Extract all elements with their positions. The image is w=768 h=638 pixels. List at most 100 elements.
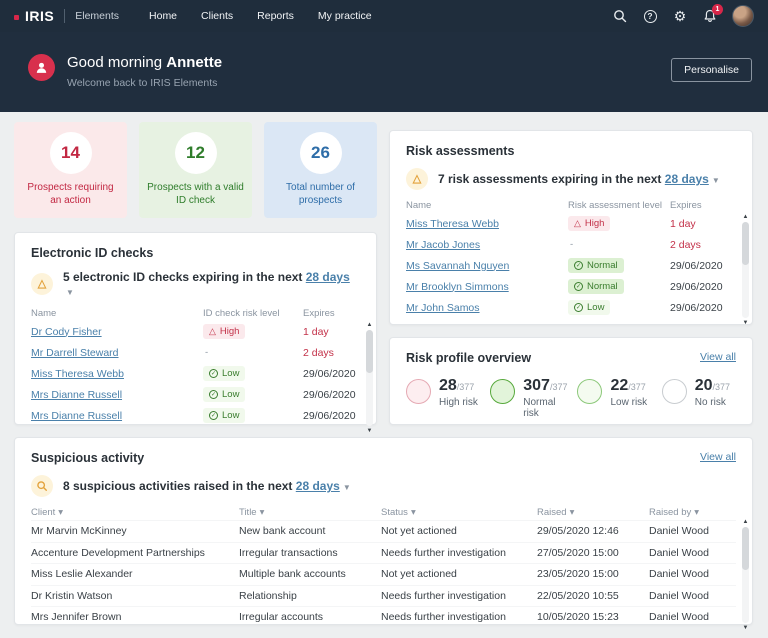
risk-level-badge: Low (203, 408, 245, 423)
expires-value: 29/06/2020 (670, 302, 736, 314)
nav-menu-item[interactable]: Reports (257, 10, 294, 22)
settings-gear-icon[interactable]: ⚙ (672, 8, 688, 24)
suspicious-activity-panel: Suspicious activity View all 8 suspiciou… (14, 437, 753, 625)
panel-title: Electronic ID checks (31, 246, 153, 260)
risk-total: /377 (713, 382, 731, 392)
risk-profile-stat: 20/377 No risk (662, 377, 736, 419)
expires-value: 29/06/2020 (303, 410, 360, 422)
chevron-down-icon[interactable]: ▼ (66, 288, 74, 297)
status-cell: Needs further investigation (381, 547, 537, 559)
brand-logo[interactable]: IRIS Elements (14, 8, 119, 24)
help-icon[interactable]: ? (642, 8, 658, 24)
expires-value: 1 day (670, 218, 736, 230)
column-header-sortable[interactable]: Status▾ (381, 507, 537, 518)
table-row[interactable]: Mrs Jennifer Brown Irregular accounts Ne… (31, 606, 736, 628)
raised-cell: 23/05/2020 15:00 (537, 568, 649, 580)
notifications-bell-icon[interactable]: 1 (702, 8, 718, 24)
client-cell: Dr Kristin Watson (31, 590, 239, 602)
column-header-sortable[interactable]: Client▾ (31, 507, 239, 518)
scroll-up-icon[interactable]: ▲ (743, 519, 749, 525)
scroll-thumb[interactable] (742, 527, 749, 570)
scroll-thumb[interactable] (366, 330, 373, 373)
eid-days-filter-link[interactable]: 28 days (306, 270, 350, 284)
table-row: Mrs Dianne Russell Low 29/06/2020 (31, 384, 360, 405)
brand-product: Elements (75, 10, 119, 22)
risk-level-icon (662, 379, 687, 404)
electronic-id-checks-panel: Electronic ID checks △ 5 electronic ID c… (14, 232, 377, 425)
table-row[interactable]: Dr Kristin Watson Relationship Needs fur… (31, 585, 736, 607)
stat-card[interactable]: 14 Prospects requiring an action (14, 122, 127, 218)
stat-label: Prospects with a valid ID check (146, 181, 246, 207)
personalise-button[interactable]: Personalise (671, 58, 752, 82)
client-name-link[interactable]: Mrs Dianne Russell (31, 389, 203, 401)
column-header-sortable[interactable]: Title▾ (239, 507, 381, 518)
client-cell: Miss Leslie Alexander (31, 568, 239, 580)
nav-menu-item[interactable]: My practice (318, 10, 372, 22)
raised-by-cell: Daniel Wood (649, 611, 736, 623)
risk-level-badge: Low (568, 300, 610, 315)
table-row: Mr Darrell Steward - 2 days (31, 342, 360, 363)
client-name-link[interactable]: Dr Cody Fisher (31, 326, 203, 338)
brand-divider (64, 9, 65, 23)
stat-card[interactable]: 26 Total number of prospects (264, 122, 377, 218)
column-header-sortable[interactable]: Raised▾ (537, 507, 649, 518)
raised-by-cell: Daniel Wood (649, 547, 736, 559)
scroll-up-icon[interactable]: ▲ (367, 322, 373, 328)
ra-days-filter-link[interactable]: 28 days (665, 172, 709, 186)
expires-value: 29/06/2020 (303, 389, 360, 401)
scroll-down-icon[interactable]: ▼ (367, 428, 373, 434)
risk-profile-view-all-link[interactable]: View all (700, 351, 736, 363)
table-row[interactable]: Miss Leslie Alexander Multiple bank acco… (31, 563, 736, 585)
column-header-sortable[interactable]: Raised by▾ (649, 507, 736, 518)
greeting-subtitle: Welcome back to IRIS Elements (67, 77, 222, 89)
suspicious-view-all-link[interactable]: View all (700, 451, 736, 463)
scroll-down-icon[interactable]: ▼ (743, 320, 749, 326)
ra-table: Name Risk assessment level Expires Miss … (390, 190, 752, 318)
scroll-thumb[interactable] (742, 222, 749, 265)
chevron-down-icon[interactable]: ▼ (343, 483, 351, 492)
notification-count-badge: 1 (712, 4, 723, 15)
risk-level-badge: - (203, 345, 214, 360)
panel-title: Risk profile overview (406, 351, 531, 365)
title-cell: Multiple bank accounts (239, 568, 381, 580)
risk-total: /377 (457, 382, 475, 392)
warning-triangle-icon: △ (31, 273, 53, 295)
search-icon[interactable] (612, 8, 628, 24)
risk-level-icon (406, 379, 431, 404)
client-name-link[interactable]: Miss Theresa Webb (31, 368, 203, 380)
client-name-link[interactable]: Mr Jacob Jones (406, 239, 568, 251)
risk-level-badge: High (568, 216, 610, 231)
table-row[interactable]: Mr Marvin McKinney New bank account Not … (31, 520, 736, 542)
user-avatar[interactable] (732, 5, 754, 27)
chevron-down-icon[interactable]: ▼ (712, 176, 720, 185)
table-row[interactable]: Accenture Development Partnerships Irreg… (31, 542, 736, 564)
nav-menu-item[interactable]: Home (149, 10, 177, 22)
title-cell: Irregular accounts (239, 611, 381, 623)
risk-count: 20/377 (695, 377, 730, 395)
sa-days-filter-link[interactable]: 28 days (296, 479, 340, 493)
nav-menu-item[interactable]: Clients (201, 10, 233, 22)
ra-scrollbar[interactable]: ▲ ▼ (741, 214, 750, 326)
client-name-link[interactable]: Mr Darrell Steward (31, 347, 203, 359)
scroll-down-icon[interactable]: ▼ (743, 625, 749, 631)
client-name-link[interactable]: Mrs Dianne Russell (31, 410, 203, 422)
eid-table: Name ID check risk level Expires Dr Cody… (15, 298, 376, 426)
scroll-up-icon[interactable]: ▲ (743, 214, 749, 220)
eid-scrollbar[interactable]: ▲ ▼ (365, 322, 374, 434)
expires-value: 29/06/2020 (670, 260, 736, 272)
stat-card[interactable]: 12 Prospects with a valid ID check (139, 122, 252, 218)
main-content: 14 Prospects requiring an action 12 Pros… (0, 112, 768, 638)
column-header: Risk assessment level (568, 200, 670, 211)
sa-scrollbar[interactable]: ▲ ▼ (741, 519, 750, 631)
greeting-text: Good morning Annette (67, 54, 222, 71)
client-name-link[interactable]: Miss Theresa Webb (406, 218, 568, 230)
client-name-link[interactable]: Mr Brooklyn Simmons (406, 281, 568, 293)
client-name-link[interactable]: Mr John Samos (406, 302, 568, 314)
column-header: Name (406, 200, 568, 211)
page-header: Good morning Annette Welcome back to IRI… (0, 32, 768, 112)
risk-level-badge: - (568, 237, 579, 252)
client-cell: Mrs Jennifer Brown (31, 611, 239, 623)
eid-summary: △ 5 electronic ID checks expiring in the… (15, 260, 376, 298)
raised-cell: 22/05/2020 10:55 (537, 590, 649, 602)
client-name-link[interactable]: Ms Savannah Nguyen (406, 260, 568, 272)
